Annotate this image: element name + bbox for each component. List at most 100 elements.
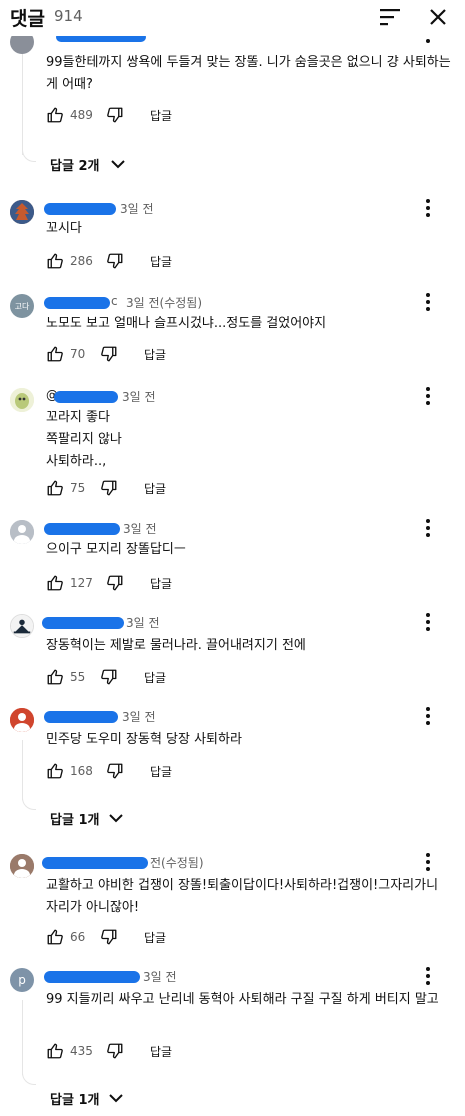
comment-item: 3일 전 장동혁이는 제발로 물러나라. 끌어내려지기 전에 55 답글 (0, 612, 465, 692)
comment-text: 교활하고 야비한 겁쟁이 장똘!퇴출이답이다!사퇴하라!겁쟁이!그자리가니 자리… (46, 878, 439, 915)
thumb-down-icon[interactable] (106, 574, 124, 592)
avatar[interactable] (10, 854, 34, 878)
like-count: 66 (70, 930, 86, 944)
comment-item: 3일 전 으이구 모지리 장똘답디ㅡ 127 답글 (0, 518, 465, 598)
avatar-initials: p (18, 973, 26, 987)
comment-item: 3일 전 민주당 도우미 장동혁 당장 사퇴하라 168 답글 답글 1개 (0, 706, 465, 836)
like-count: 70 (70, 347, 86, 361)
comment-actions: 435 답글 (46, 1042, 246, 1062)
thumb-down-icon[interactable] (106, 1042, 124, 1060)
redacted-handle (54, 391, 118, 403)
comment-time: 3일 전 (122, 390, 156, 404)
comments-title: 댓글 (10, 8, 45, 30)
thumb-down-icon[interactable] (100, 668, 118, 686)
replies-label: 답글 2개 (50, 159, 100, 174)
view-replies-button[interactable]: 답글 1개 (50, 1087, 140, 1109)
like-count: 75 (70, 481, 86, 495)
comment-actions: 489 답글 (46, 106, 246, 126)
reply-button[interactable]: 답글 (150, 1043, 172, 1060)
more-vert-icon[interactable] (420, 292, 436, 312)
comment-time: 3일 전 (126, 616, 160, 630)
thumb-up-icon[interactable] (46, 106, 64, 124)
comment-text: 99들한테까지 쌍욕에 두들겨 맞는 장똘. 니가 숨을곳은 없으니 걍 사퇴하… (46, 55, 451, 92)
comment-item: p 3일 전 99 지들끼리 싸우고 난리네 동혁아 사퇴해라 구질 구질 하게… (0, 966, 465, 1111)
more-vert-icon[interactable] (420, 852, 436, 872)
close-icon[interactable] (426, 5, 450, 29)
replies-label: 답글 1개 (50, 1093, 100, 1108)
handle-suffix: c (111, 294, 118, 308)
comments-header: 댓글 914 (0, 0, 465, 36)
thumb-up-icon[interactable] (46, 479, 64, 497)
view-replies-button[interactable]: 답글 1개 (50, 807, 140, 829)
comment-actions: 75 답글 (46, 479, 246, 499)
chevron-down-icon (111, 160, 125, 169)
avatar[interactable] (10, 708, 34, 732)
comment-time: 3일 전(수정됨) (126, 296, 203, 310)
replies-label: 답글 1개 (50, 813, 100, 828)
comment-actions: 55 답글 (46, 668, 246, 688)
reply-button[interactable]: 답글 (144, 346, 166, 363)
redacted-handle (44, 711, 118, 723)
comment-actions: 286 답글 (46, 252, 246, 272)
comment-item: @ 3일 전 꼬라지 좋다 쪽팔리지 않나 사퇴하라.., 75 답글 (0, 386, 465, 501)
more-vert-icon[interactable] (420, 966, 436, 986)
reply-button[interactable]: 답글 (144, 929, 166, 946)
view-replies-button[interactable]: 답글 2개 (50, 153, 140, 175)
comment-text: 노모도 보고 얼매나 슬프시겄냐...정도를 걸었어야지 (46, 316, 327, 331)
more-vert-icon[interactable] (420, 386, 436, 406)
like-count: 127 (70, 576, 93, 590)
comment-actions: 70 답글 (46, 345, 246, 365)
comment-text: 꼬라지 좋다 쪽팔리지 않나 사퇴하라.., (46, 410, 122, 469)
like-count: 55 (70, 670, 86, 684)
reply-button[interactable]: 답글 (150, 763, 172, 780)
thumb-down-icon[interactable] (106, 252, 124, 270)
like-count: 435 (70, 1044, 93, 1058)
avatar[interactable]: p (10, 968, 34, 992)
avatar[interactable] (10, 200, 34, 224)
thumb-up-icon[interactable] (46, 1042, 64, 1060)
more-vert-icon[interactable] (420, 706, 436, 726)
like-count: 286 (70, 254, 93, 268)
comment-text: 민주당 도우미 장동혁 당장 사퇴하라 (46, 732, 242, 747)
thumb-up-icon[interactable] (46, 668, 64, 686)
avatar[interactable]: 고다 (10, 294, 34, 318)
avatar[interactable] (10, 520, 34, 544)
comment-time: 3일 전 (122, 710, 156, 724)
comment-actions: 66 답글 (46, 928, 246, 948)
redacted-handle (42, 857, 148, 869)
comment-time: 3일 전 (123, 522, 157, 536)
redacted-handle (44, 523, 120, 535)
comment-actions: 127 답글 (46, 574, 246, 594)
thumb-up-icon[interactable] (46, 345, 64, 363)
thumb-down-icon[interactable] (106, 762, 124, 780)
more-vert-icon[interactable] (420, 198, 436, 218)
thumb-down-icon[interactable] (106, 106, 124, 124)
comment-time: 3일 전 (143, 970, 177, 984)
avatar[interactable] (10, 614, 34, 638)
thumb-up-icon[interactable] (46, 762, 64, 780)
reply-button[interactable]: 답글 (150, 107, 172, 124)
more-vert-icon[interactable] (420, 518, 436, 538)
avatar-initials: 고다 (14, 301, 30, 311)
comment-text: 장동혁이는 제발로 물러나라. 끌어내려지기 전에 (46, 638, 306, 653)
reply-button[interactable]: 답글 (144, 669, 166, 686)
reply-button[interactable]: 답글 (150, 253, 172, 270)
comment-actions: 168 답글 (46, 762, 246, 782)
redacted-handle (44, 971, 140, 983)
thumb-up-icon[interactable] (46, 928, 64, 946)
thumb-down-icon[interactable] (100, 928, 118, 946)
comment-text: 꼬시다 (46, 221, 82, 236)
thumb-up-icon[interactable] (46, 574, 64, 592)
sort-icon[interactable] (378, 6, 402, 28)
reply-button[interactable]: 답글 (150, 575, 172, 592)
redacted-handle (44, 203, 116, 215)
reply-button[interactable]: 답글 (144, 480, 166, 497)
thumb-up-icon[interactable] (46, 252, 64, 270)
comment-text: 으이구 모지리 장똘답디ㅡ (46, 542, 186, 557)
thumb-down-icon[interactable] (100, 345, 118, 363)
redacted-handle (44, 297, 110, 309)
more-vert-icon[interactable] (420, 612, 436, 632)
thumb-down-icon[interactable] (100, 479, 118, 497)
comment-time: 3일 전 (120, 202, 154, 216)
avatar[interactable] (10, 388, 34, 412)
